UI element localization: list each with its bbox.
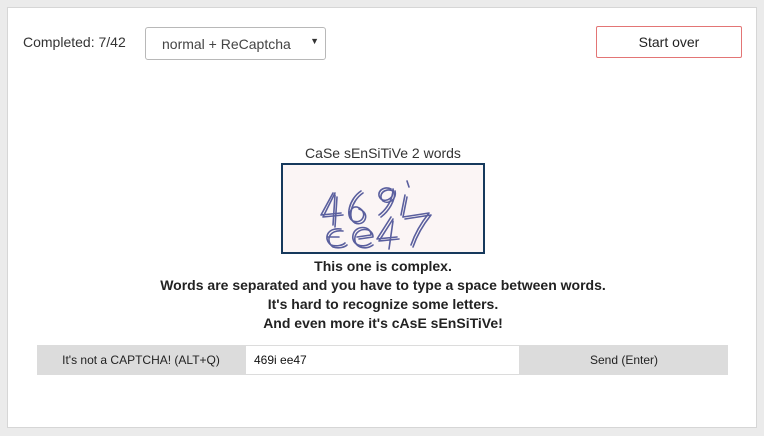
not-a-captcha-button[interactable]: It's not a CAPTCHA! (ALT+Q) <box>37 345 245 375</box>
instruction-line: It's hard to recognize some letters. <box>267 296 499 312</box>
start-over-button[interactable]: Start over <box>596 26 742 58</box>
captcha-distorted-text-graphic <box>320 180 432 250</box>
captcha-caption: CaSe sEnSiTiVe 2 words <box>305 145 461 161</box>
completed-counter: Completed: 7/42 <box>23 34 126 50</box>
answer-input[interactable] <box>245 345 520 375</box>
mode-select-value: normal + ReCaptcha <box>162 36 291 52</box>
instruction-line: Words are separated and you have to type… <box>160 277 606 293</box>
instruction-line: And even more it's cAsE sEnSiTiVe! <box>263 315 503 331</box>
instructions: This one is complex. Words are separated… <box>8 257 758 333</box>
answer-row: It's not a CAPTCHA! (ALT+Q) Send (Enter) <box>37 345 728 375</box>
send-button[interactable]: Send (Enter) <box>520 345 728 375</box>
instruction-line: This one is complex. <box>314 258 452 274</box>
chevron-down-icon: ▼ <box>310 36 319 46</box>
mode-select[interactable]: normal + ReCaptcha ▼ <box>145 27 326 60</box>
captcha-image <box>281 163 485 254</box>
captcha-panel: Completed: 7/42 normal + ReCaptcha ▼ Sta… <box>7 7 757 428</box>
